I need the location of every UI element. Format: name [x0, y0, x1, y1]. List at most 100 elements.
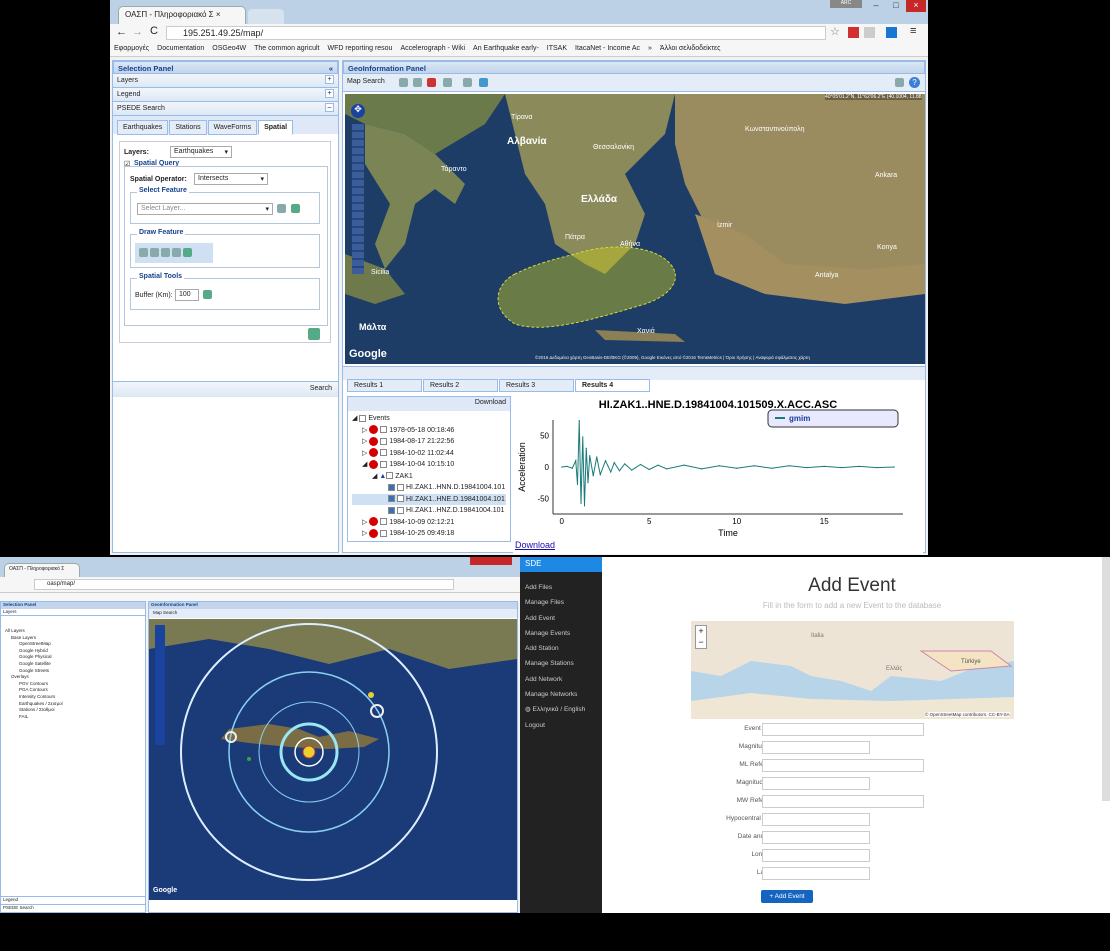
map-search-button[interactable]: Map Search [347, 78, 385, 85]
expand-icon[interactable]: + [325, 75, 334, 84]
nav-add-network[interactable]: Add Network [520, 672, 602, 687]
list-icon[interactable] [895, 78, 904, 87]
tree-event[interactable]: ◢ 1984-10-04 10:15:10 [352, 459, 506, 471]
layer-item[interactable]: Intensity Contours [5, 694, 141, 701]
bookmark[interactable]: An Earthquake early- [473, 45, 539, 52]
refresh-icon[interactable] [479, 78, 488, 87]
tab-results-2[interactable]: Results 2 [423, 379, 498, 392]
select-tool-icon[interactable] [277, 204, 286, 213]
bookmark[interactable]: ITSAK [547, 45, 567, 52]
layer-item[interactable]: All Layers [5, 628, 141, 635]
nav-logout[interactable]: Logout [520, 718, 602, 733]
map-canvas[interactable]: Google [149, 619, 517, 900]
zoom-in-icon[interactable]: + [698, 626, 703, 636]
forward-icon[interactable]: → [132, 26, 143, 38]
download-link[interactable]: Download [515, 540, 555, 550]
accordion-psede-search[interactable]: PSEDE Search [1, 904, 145, 911]
bookmark[interactable]: ItacaNet - Income Ac [575, 45, 640, 52]
tab-waveforms[interactable]: WaveForms [207, 120, 258, 135]
buffer-input[interactable]: 100 [175, 289, 199, 301]
print-icon[interactable] [399, 78, 408, 87]
accordion-layers[interactable]: Layers + [113, 74, 338, 88]
browser-tab[interactable]: ΟΑΣΠ - Πληροφοριακό Σ × [118, 6, 246, 24]
identify-icon[interactable] [443, 78, 452, 87]
delete-icon[interactable] [427, 78, 436, 87]
other-bookmarks[interactable]: Άλλοι σελιδοδείκτες [660, 45, 721, 52]
close-icon[interactable]: × [216, 10, 221, 19]
star-icon[interactable]: ☆ [830, 25, 840, 38]
layer-item[interactable]: Google Satellite [5, 661, 141, 668]
ml-reference-input[interactable] [762, 759, 924, 772]
accordion-legend[interactable]: Legend + [113, 88, 338, 102]
zoom-control[interactable]: + − [695, 625, 707, 649]
tree-event[interactable]: ▷ 1984-10-09 02:12:21 [352, 517, 506, 529]
results-collapse-bar[interactable] [343, 366, 925, 380]
pan-icon[interactable]: ✥ [351, 104, 365, 118]
tree-waveform-selected[interactable]: HI.ZAK1..HNE.D.19841004.101 [352, 493, 506, 505]
save-icon[interactable] [413, 78, 422, 87]
close-window-icon[interactable] [470, 557, 512, 565]
nav-add-station[interactable]: Add Station [520, 641, 602, 656]
layer-item[interactable]: OpenStreetMap [5, 641, 141, 648]
select-layer-input[interactable]: Select Layer... ▾ [137, 203, 273, 215]
zoom-out-icon[interactable]: − [698, 637, 703, 647]
draw-box-icon[interactable] [172, 248, 181, 257]
nav-manage-events[interactable]: Manage Events [520, 626, 602, 641]
layer-item[interactable]: Earthquakes / Σεισμοί [5, 701, 141, 708]
bookmark[interactable]: Accelerograph - Wiki [400, 45, 465, 52]
extension-icon[interactable] [864, 27, 875, 38]
event-name-input[interactable] [762, 723, 924, 736]
browser-tab[interactable]: ΟΑΣΠ - Πληροφοριακό Σ [4, 563, 80, 577]
tree-station[interactable]: ◢ ▲ ZAK1 [352, 471, 506, 483]
magnitude-mw-input[interactable] [762, 777, 870, 790]
hypocentral-depth-input[interactable] [762, 813, 870, 826]
spatial-operator-select[interactable]: Intersects ▾ [194, 173, 268, 185]
nav-manage-files[interactable]: Manage Files [520, 595, 602, 610]
expand-icon[interactable]: + [325, 89, 334, 98]
new-tab-button[interactable] [248, 9, 284, 24]
reload-icon[interactable]: C [150, 25, 158, 37]
apply-buffer-icon[interactable] [203, 290, 212, 299]
user-badge[interactable]: ARC [830, 0, 862, 8]
tree-event[interactable]: ▷ 1978-05-18 00:18:46 [352, 425, 506, 437]
close-window-icon[interactable]: × [906, 0, 926, 12]
draw-polygon-icon[interactable] [161, 248, 170, 257]
url-input[interactable]: oasp/map/ [34, 579, 454, 590]
bookmark[interactable]: OSGeo4W [212, 45, 246, 52]
bookmark[interactable]: Documentation [157, 45, 204, 52]
menu-icon[interactable]: ≡ [910, 25, 916, 37]
layer-item[interactable]: PGV Contours [5, 681, 141, 688]
tab-results-3[interactable]: Results 3 [499, 379, 574, 392]
scrollbar[interactable] [1102, 557, 1110, 801]
latitude-input[interactable] [762, 867, 870, 880]
nav-language[interactable]: ◍ Ελληνικά / English [520, 702, 602, 717]
draw-line-icon[interactable] [150, 248, 159, 257]
date-time-input[interactable] [762, 831, 870, 844]
event-map[interactable]: + − Türkiye Italia Ελλάς © OpenStreetMap … [691, 621, 1014, 719]
url-input[interactable]: 195.251.49.25/map/ [166, 26, 826, 40]
tree-event[interactable]: ▷ 1984-10-25 09:49:18 [352, 528, 506, 540]
clear-icon[interactable] [183, 248, 192, 257]
tree-event[interactable]: ▷ 1984-10-02 11:02:44 [352, 448, 506, 460]
tree-waveform[interactable]: HI.ZAK1..HNN.D.19841004.101 [352, 482, 506, 494]
accordion-layers[interactable]: Layers [1, 609, 145, 616]
clear-all-icon[interactable] [308, 328, 320, 340]
accordion-psede-search[interactable]: PSEDE Search – [113, 102, 338, 116]
tab-spatial[interactable]: Spatial [258, 120, 294, 135]
search-button[interactable]: Search [310, 385, 332, 392]
longitude-input[interactable] [762, 849, 870, 862]
tree-event[interactable]: ▷ 1984-08-17 21:22:56 [352, 436, 506, 448]
layer-item[interactable]: Base Layers [5, 635, 141, 642]
tab-results-1[interactable]: Results 1 [347, 379, 422, 392]
nav-manage-networks[interactable]: Manage Networks [520, 687, 602, 702]
add-event-button[interactable]: + Add Event [761, 890, 813, 903]
tree-waveform[interactable]: HI.ZAK1..HNZ.D.19841004.101 [352, 505, 506, 517]
bookmark[interactable]: Εφαρμογές [114, 45, 149, 52]
back-icon[interactable]: ← [116, 26, 127, 38]
tree-root[interactable]: ◢ Events [352, 413, 506, 425]
nav-add-files[interactable]: Add Files [520, 580, 602, 595]
clear-icon[interactable] [291, 204, 300, 213]
download-button[interactable]: Download [475, 399, 506, 406]
collapse-icon[interactable]: « [329, 64, 333, 73]
tab-earthquakes[interactable]: Earthquakes [117, 120, 169, 135]
